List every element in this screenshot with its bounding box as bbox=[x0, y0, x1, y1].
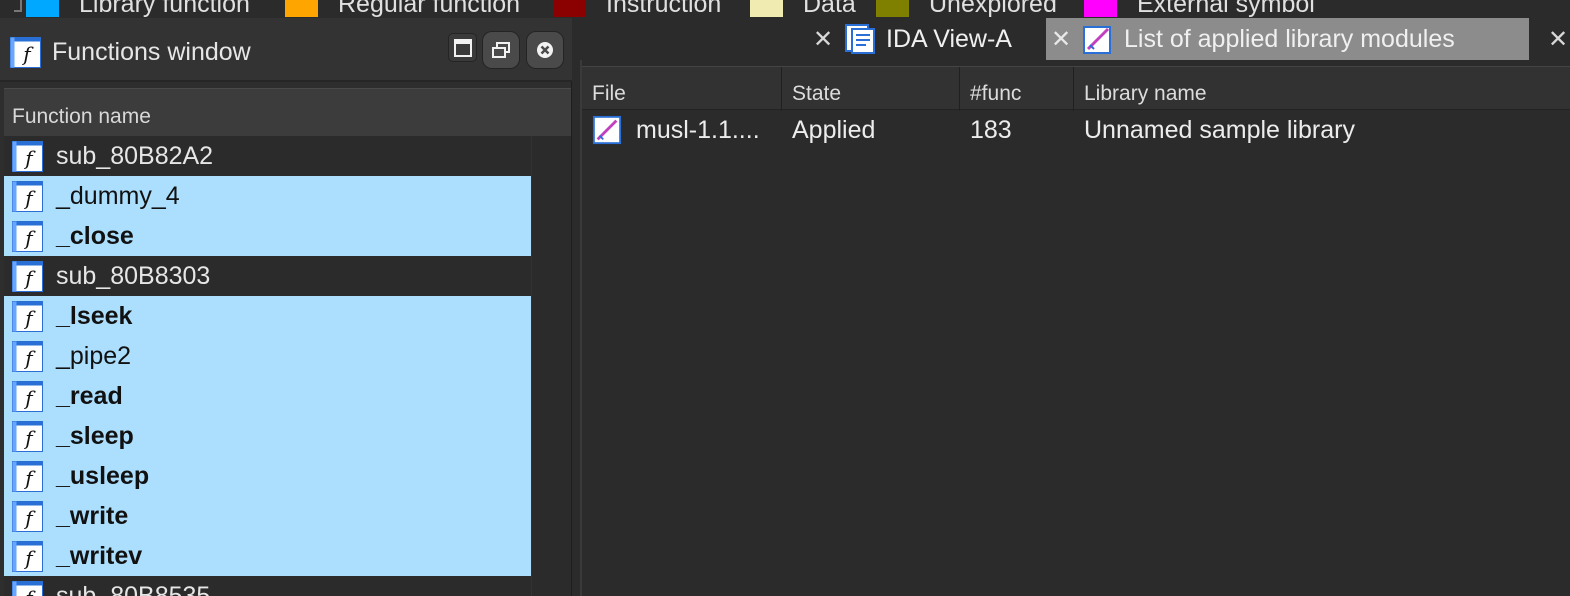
legend-item-library-function: Library function bbox=[26, 0, 250, 17]
legend-label: Library function bbox=[79, 0, 250, 18]
function-name: _usleep bbox=[56, 461, 150, 490]
module-func-count: 183 bbox=[970, 115, 1012, 144]
function-name: _writev bbox=[56, 541, 143, 570]
functions-list-scrollbar[interactable] bbox=[531, 136, 571, 596]
module-file-icon bbox=[592, 110, 622, 150]
function-name: sub_80B82A2 bbox=[56, 141, 214, 170]
function-row[interactable]: f sub_80B8303 bbox=[4, 256, 531, 296]
function-row[interactable]: f _read bbox=[4, 376, 531, 416]
function-icon: f bbox=[10, 37, 41, 68]
legend-item-data: Data bbox=[750, 0, 856, 17]
legend-swatch bbox=[750, 0, 783, 17]
module-library-name: Unnamed sample library bbox=[1084, 115, 1355, 144]
library-modules-icon bbox=[1083, 26, 1111, 54]
legend-swatch bbox=[1084, 0, 1117, 17]
function-row[interactable]: f _pipe2 bbox=[4, 336, 531, 376]
function-name: _sleep bbox=[56, 421, 134, 450]
tab-label: IDA View-A bbox=[886, 24, 1012, 53]
tab-list-of-applied-library-modules[interactable]: ✕ List of applied library modules bbox=[1046, 18, 1529, 60]
function-icon: f bbox=[12, 340, 43, 372]
maximize-icon bbox=[453, 38, 472, 57]
tab-close-icon[interactable]: ✕ bbox=[1046, 25, 1076, 54]
column-header-library-name[interactable]: Library name bbox=[1074, 67, 1570, 111]
function-name: sub_80B8303 bbox=[56, 261, 211, 290]
function-row[interactable]: f _sleep bbox=[4, 416, 531, 456]
legend-item-regular-function: Regular function bbox=[285, 0, 520, 17]
legend-label: Regular function bbox=[338, 0, 521, 18]
tab-next-close[interactable]: ✕ bbox=[1543, 18, 1570, 60]
close-window-button[interactable] bbox=[526, 31, 564, 69]
column-header-func-count[interactable]: #func bbox=[960, 67, 1074, 111]
ida-view-icon bbox=[845, 24, 875, 54]
function-row[interactable]: f _close bbox=[4, 216, 531, 256]
tab-bar: ✕ IDA View-A ✕ List of applied library m… bbox=[578, 18, 1570, 60]
restore-icon bbox=[492, 42, 510, 58]
function-icon: f bbox=[12, 580, 43, 596]
float-window-button[interactable] bbox=[482, 31, 520, 69]
module-state: Applied bbox=[792, 115, 876, 144]
functions-window-title: Functions window bbox=[52, 38, 251, 66]
tab-ida-view-a[interactable]: ✕ IDA View-A bbox=[808, 18, 1038, 60]
legend-item-instruction: Instruction bbox=[553, 0, 721, 17]
function-icon: f bbox=[12, 420, 43, 452]
function-row[interactable]: f _writev bbox=[4, 536, 531, 576]
column-header-label: Function name bbox=[12, 105, 151, 128]
function-name: _lseek bbox=[56, 301, 133, 330]
function-name-column-header[interactable]: Function name bbox=[4, 88, 571, 136]
functions-window-titlebar[interactable]: f Functions window bbox=[0, 18, 572, 82]
function-row[interactable]: f _dummy_4 bbox=[4, 176, 531, 216]
function-row[interactable]: f sub_80B82A2 bbox=[4, 136, 531, 176]
tab-close-icon[interactable]: ✕ bbox=[1543, 25, 1570, 54]
column-header-state[interactable]: State bbox=[782, 67, 960, 111]
library-modules-pane: File State #func Library name musl-1.1..… bbox=[580, 60, 1570, 596]
function-row[interactable]: f sub_80B8535 bbox=[4, 576, 531, 596]
library-modules-header: File State #func Library name bbox=[582, 66, 1570, 111]
function-icon: f bbox=[12, 460, 43, 492]
function-icon: f bbox=[12, 380, 43, 412]
color-legend-bar: Library function Regular function Instru… bbox=[0, 0, 1570, 18]
legend-corner-mark bbox=[14, 0, 22, 12]
column-header-file[interactable]: File bbox=[582, 67, 782, 111]
function-icon: f bbox=[12, 260, 43, 292]
legend-label: Unexplored bbox=[929, 0, 1057, 18]
function-name: _close bbox=[56, 221, 134, 250]
library-module-row[interactable]: musl-1.1.... Applied 183 Unnamed sample … bbox=[582, 110, 1570, 150]
legend-label: External symbol bbox=[1137, 0, 1315, 18]
tab-label: List of applied library modules bbox=[1124, 24, 1455, 53]
function-row[interactable]: f _write bbox=[4, 496, 531, 536]
function-icon: f bbox=[12, 180, 43, 212]
function-icon: f bbox=[12, 300, 43, 332]
legend-label: Instruction bbox=[606, 0, 722, 18]
function-row[interactable]: f _lseek bbox=[4, 296, 531, 336]
function-name: _pipe2 bbox=[56, 341, 132, 370]
function-icon: f bbox=[12, 140, 43, 172]
function-row[interactable]: f _usleep bbox=[4, 456, 531, 496]
maximize-button[interactable] bbox=[448, 33, 477, 62]
legend-swatch bbox=[26, 0, 59, 17]
function-name: _dummy_4 bbox=[56, 181, 180, 210]
legend-swatch bbox=[876, 0, 909, 17]
legend-swatch bbox=[553, 0, 586, 17]
legend-item-unexplored: Unexplored bbox=[876, 0, 1057, 17]
close-icon bbox=[537, 42, 553, 58]
legend-swatch bbox=[285, 0, 318, 17]
function-icon: f bbox=[12, 540, 43, 572]
function-icon: f bbox=[12, 220, 43, 252]
legend-label: Data bbox=[803, 0, 856, 18]
module-file-name: musl-1.1.... bbox=[636, 115, 760, 144]
tab-close-icon[interactable]: ✕ bbox=[808, 25, 838, 54]
function-name: sub_80B8535 bbox=[56, 581, 211, 596]
function-name: _read bbox=[56, 381, 123, 410]
function-name: _write bbox=[56, 501, 129, 530]
functions-window: f Functions window Function name f sub_80… bbox=[0, 18, 572, 596]
functions-list: f sub_80B82A2 f _dummy_4 f _close f sub_80B8303… bbox=[4, 136, 531, 596]
legend-item-external-symbol: External symbol bbox=[1084, 0, 1315, 17]
library-module-icon bbox=[592, 115, 622, 145]
function-icon: f bbox=[12, 500, 43, 532]
